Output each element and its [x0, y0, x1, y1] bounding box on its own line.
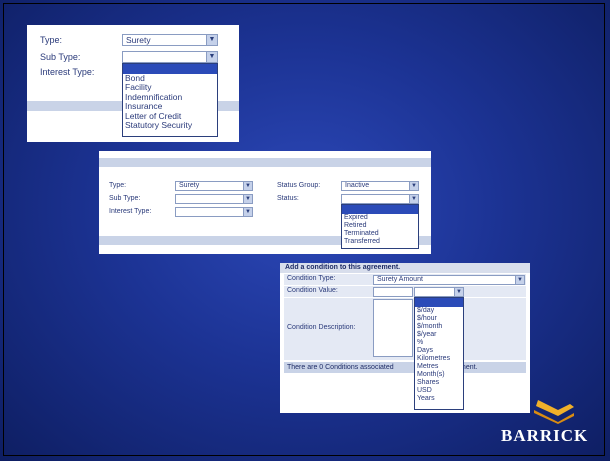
- condition-value-input[interactable]: [373, 287, 413, 297]
- form-band: [99, 158, 431, 167]
- unit-select[interactable]: ▼: [414, 287, 464, 297]
- unit-dropdown-list[interactable]: $/day $/hour $/month $/year % Days Kilom…: [414, 297, 464, 410]
- chevron-down-icon[interactable]: ▼: [243, 208, 252, 216]
- subtype-dropdown-list[interactable]: Bond Facility Indemnification Insurance …: [122, 63, 218, 137]
- chevron-down-icon[interactable]: ▼: [206, 52, 217, 62]
- status-form-panel: Type: Surety ▼ Sub Type: ▼ Interest Type…: [99, 151, 431, 254]
- chevron-down-icon[interactable]: ▼: [515, 276, 524, 284]
- chevron-down-icon[interactable]: ▼: [454, 288, 463, 296]
- dropdown-highlighted-item[interactable]: [415, 298, 463, 307]
- barrick-logo-text: BARRICK: [501, 426, 589, 445]
- status-group-label: Status Group:: [277, 182, 321, 189]
- condition-value-label: Condition Value:: [287, 287, 338, 294]
- status-group-select-value: Inactive: [345, 182, 370, 189]
- dropdown-option[interactable]: Kilometres: [415, 355, 463, 363]
- dropdown-option[interactable]: Retired: [342, 222, 418, 230]
- condition-description-label: Condition Description:: [287, 324, 356, 331]
- dropdown-option[interactable]: Shares: [415, 379, 463, 387]
- condition-form-header: Add a condition to this agreement.: [280, 263, 530, 273]
- type-select-value: Surety: [126, 35, 151, 45]
- dropdown-option[interactable]: Statutory Security: [123, 120, 217, 130]
- dropdown-option[interactable]: Month(s): [415, 371, 463, 379]
- dropdown-option[interactable]: %: [415, 339, 463, 347]
- status-dropdown-list[interactable]: Expired Retired Terminated Transferred: [341, 204, 419, 249]
- dropdown-option[interactable]: Terminated: [342, 230, 418, 238]
- condition-count-text: There are 0 Conditions associated: [287, 364, 394, 371]
- interest-type-label: Interest Type:: [40, 67, 95, 77]
- condition-form-panel: Add a condition to this agreement. Condi…: [280, 263, 530, 413]
- subtype-select[interactable]: ▼: [122, 51, 218, 63]
- dropdown-highlighted-item[interactable]: [342, 205, 418, 214]
- dropdown-option[interactable]: USD: [415, 387, 463, 395]
- form-band: [27, 101, 122, 111]
- type-label: Type:: [40, 35, 63, 45]
- type-select-value: Surety: [179, 182, 200, 189]
- interest-type-select[interactable]: ▼: [175, 207, 253, 217]
- type-select[interactable]: Surety ▼: [175, 181, 253, 191]
- subtype-label: Sub Type:: [40, 52, 81, 62]
- subtype-label: Sub Type:: [109, 195, 141, 202]
- dropdown-option[interactable]: Years: [415, 395, 463, 403]
- dropdown-option[interactable]: $/day: [415, 307, 463, 315]
- condition-description-textarea[interactable]: [373, 299, 413, 357]
- chevron-down-icon[interactable]: ▼: [409, 182, 418, 190]
- barrick-logo-icon: [534, 400, 574, 424]
- condition-count-bar: There are 0 Conditions associated ment.: [284, 362, 526, 373]
- dropdown-option[interactable]: Metres: [415, 363, 463, 371]
- status-select[interactable]: ▼: [341, 194, 419, 204]
- dropdown-option[interactable]: $/hour: [415, 315, 463, 323]
- type-label: Type:: [109, 182, 127, 189]
- dropdown-option[interactable]: Transferred: [342, 238, 418, 246]
- chevron-down-icon[interactable]: ▼: [243, 195, 252, 203]
- dropdown-option[interactable]: $/month: [415, 323, 463, 331]
- condition-type-label: Condition Type:: [287, 275, 336, 282]
- dropdown-option[interactable]: Days: [415, 347, 463, 355]
- condition-type-value: Surety Amount: [377, 276, 423, 283]
- type-select[interactable]: Surety ▼: [122, 34, 218, 46]
- dropdown-option[interactable]: Expired: [342, 214, 418, 222]
- form-band: [419, 236, 431, 245]
- status-group-select[interactable]: Inactive ▼: [341, 181, 419, 191]
- type-form-panel: Type: Surety ▼ Sub Type: ▼ Interest Type…: [27, 25, 239, 142]
- chevron-down-icon[interactable]: ▼: [206, 35, 217, 45]
- interest-type-label: Interest Type:: [109, 208, 152, 215]
- form-band: [99, 236, 341, 245]
- condition-type-select[interactable]: Surety Amount ▼: [373, 275, 525, 285]
- chevron-down-icon[interactable]: ▼: [409, 195, 418, 203]
- dropdown-option[interactable]: $/year: [415, 331, 463, 339]
- subtype-select[interactable]: ▼: [175, 194, 253, 204]
- chevron-down-icon[interactable]: ▼: [243, 182, 252, 190]
- form-band: [218, 101, 239, 111]
- status-label: Status:: [277, 195, 299, 202]
